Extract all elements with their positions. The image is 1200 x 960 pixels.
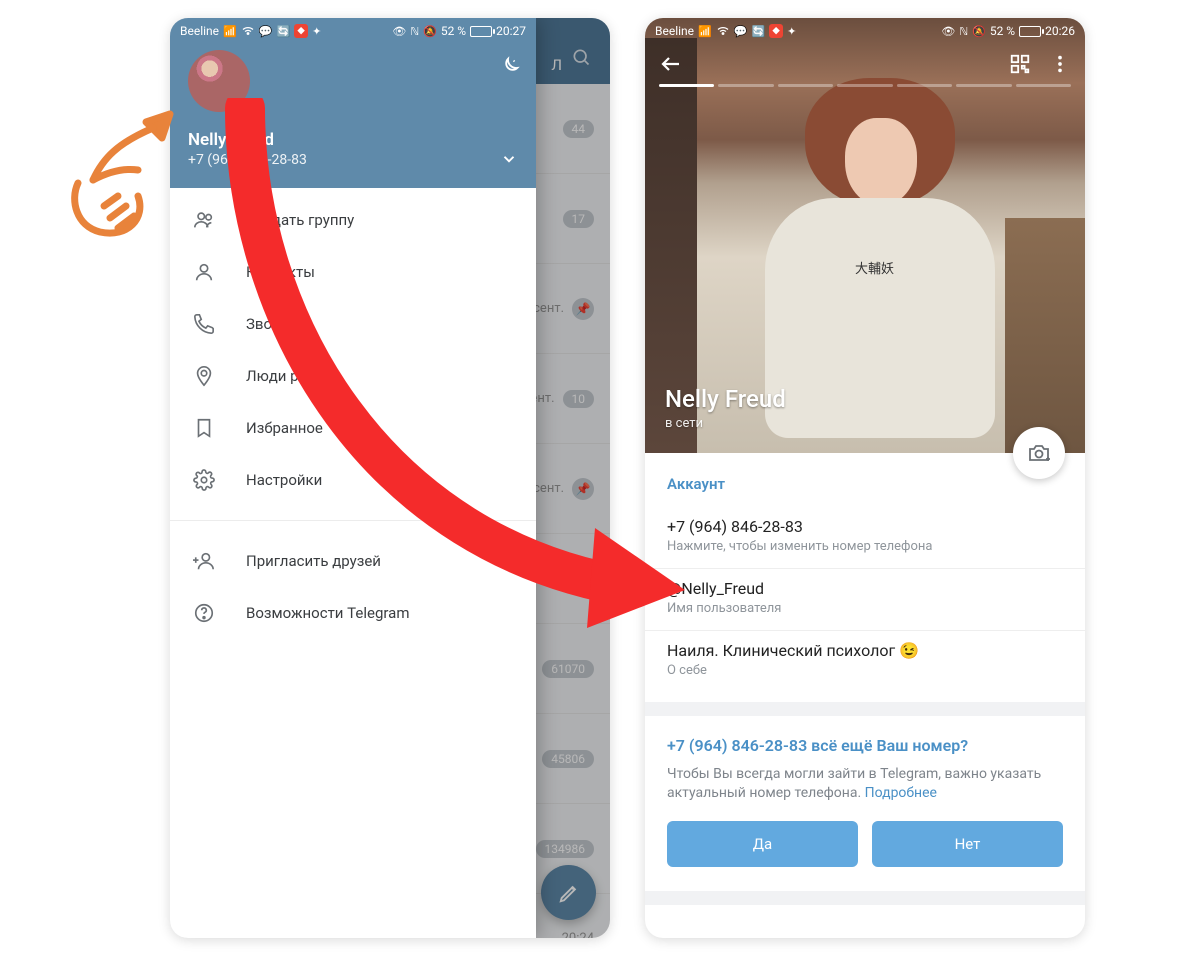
sparkle-icon: ✦	[312, 25, 321, 38]
status-bar: Beeline 📶 💬 🔄 ◆ ✦ 👁 ℕ 🔕 52 % 20:27	[170, 18, 536, 44]
battery-icon	[470, 26, 492, 37]
bio-row[interactable]: Наиля. Клинический психолог 😉 О себе	[667, 631, 1063, 692]
bio-hint: О себе	[667, 663, 1063, 678]
drawer-item-invite[interactable]: Пригласить друзей	[170, 535, 536, 587]
nfc-icon: ℕ	[410, 25, 419, 38]
group-icon	[192, 209, 216, 231]
drawer-item-gear[interactable]: Настройки	[170, 454, 536, 506]
confirm-body: Чтобы Вы всегда могли зайти в Telegram, …	[667, 765, 1063, 803]
wifi-icon	[241, 25, 255, 37]
nearby-icon	[192, 365, 216, 387]
more-icon[interactable]	[1049, 53, 1071, 79]
back-icon[interactable]	[659, 52, 683, 80]
drawer-item-group[interactable]: Создать группу	[170, 194, 536, 246]
person-icon	[192, 261, 216, 283]
sync-icon: 🔄	[276, 25, 290, 38]
drawer-user-phone: +7 (964) 846-28-83	[188, 152, 518, 168]
carrier-label: Beeline	[655, 24, 694, 38]
chat-indicator-icon: 💬	[734, 25, 748, 38]
account-section: Аккаунт +7 (964) 846-28-83 Нажмите, чтоб…	[645, 453, 1085, 702]
navigation-drawer: Beeline 📶 💬 🔄 ◆ ✦ 👁 ℕ 🔕 52 % 20:27	[170, 18, 536, 938]
help-icon	[192, 602, 216, 624]
section-gap	[645, 891, 1085, 905]
invite-icon	[192, 550, 216, 572]
notification-badge-icon: ◆	[294, 24, 308, 38]
change-photo-button[interactable]	[1013, 427, 1065, 479]
profile-photo-area[interactable]: Beeline 📶 💬 🔄 ◆ ✦ 👁 ℕ 🔕 52 % 20:26	[645, 18, 1085, 453]
confirm-yes-button[interactable]: Да	[667, 821, 858, 867]
avatar[interactable]	[188, 50, 250, 112]
right-screenshot: Beeline 📶 💬 🔄 ◆ ✦ 👁 ℕ 🔕 52 % 20:26	[645, 18, 1085, 938]
signal-icon: 📶	[223, 25, 237, 38]
profile-status: в сети	[665, 416, 786, 431]
drawer-item-label: Создать группу	[246, 211, 354, 229]
sparkle-icon: ✦	[787, 25, 796, 38]
confirm-no-button[interactable]: Нет	[872, 821, 1063, 867]
username-hint: Имя пользователя	[667, 601, 1063, 616]
drawer-item-label: Настройки	[246, 471, 322, 489]
signal-icon: 📶	[698, 25, 712, 38]
phone-row[interactable]: +7 (964) 846-28-83 Нажмите, чтобы измени…	[667, 507, 1063, 568]
photo-pager-indicator	[659, 84, 1071, 87]
drawer-item-person[interactable]: Контакты	[170, 246, 536, 298]
username-row[interactable]: @Nelly_Freud Имя пользователя	[667, 569, 1063, 630]
drawer-separator	[170, 520, 536, 521]
mute-icon: 🔕	[972, 25, 986, 38]
status-bar: Beeline 📶 💬 🔄 ◆ ✦ 👁 ℕ 🔕 52 % 20:26	[645, 18, 1085, 44]
drawer-item-bookmark[interactable]: Избранное	[170, 402, 536, 454]
drawer-item-phone[interactable]: Звонки	[170, 298, 536, 350]
profile-top-bar	[645, 46, 1085, 86]
learn-more-link[interactable]: Подробнее	[865, 785, 937, 801]
drawer-item-label: Возможности Telegram	[246, 604, 410, 622]
confirm-number-card: +7 (964) 846-28-83 всё ещё Ваш номер? Чт…	[645, 716, 1085, 891]
drawer-item-nearby[interactable]: Люди рядом	[170, 350, 536, 402]
username-value: @Nelly_Freud	[667, 579, 1063, 598]
nfc-icon: ℕ	[959, 25, 968, 38]
battery-percentage: 52 %	[990, 24, 1015, 38]
drawer-item-label: Контакты	[246, 263, 315, 281]
qr-icon[interactable]	[1009, 53, 1031, 79]
drawer-item-label: Избранное	[246, 419, 323, 437]
phone-hint: Нажмите, чтобы изменить номер телефона	[667, 539, 1063, 554]
clock-time: 20:26	[1045, 24, 1075, 38]
chat-indicator-icon: 💬	[259, 25, 273, 38]
phone-icon	[192, 313, 216, 335]
hand-pointer-annotation	[58, 108, 188, 243]
chevron-down-icon[interactable]	[500, 150, 518, 172]
notification-badge-icon: ◆	[769, 24, 783, 38]
eye-icon: 👁	[392, 25, 406, 38]
drawer-item-label: Пригласить друзей	[246, 552, 381, 570]
drawer-item-label: Люди рядом	[246, 367, 336, 385]
bio-value: Наиля. Клинический психолог 😉	[667, 641, 1063, 660]
left-screenshot: Л 441709 сент.📌11 сент.1005 сент.📌7920:2…	[170, 18, 610, 938]
carrier-label: Beeline	[180, 24, 219, 38]
drawer-item-label: Звонки	[246, 315, 297, 333]
night-mode-icon[interactable]	[498, 56, 520, 83]
confirm-title: +7 (964) 846-28-83 всё ещё Ваш номер?	[667, 736, 1063, 755]
eye-icon: 👁	[941, 25, 955, 38]
gear-icon	[192, 469, 216, 491]
battery-percentage: 52 %	[441, 24, 466, 38]
mute-icon: 🔕	[423, 25, 437, 38]
sync-icon: 🔄	[751, 25, 765, 38]
bookmark-icon	[192, 417, 216, 439]
phone-value: +7 (964) 846-28-83	[667, 517, 1063, 536]
modal-dim-overlay[interactable]	[536, 18, 610, 938]
section-gap	[645, 702, 1085, 716]
profile-name-overlay: Nelly Freud в сети	[665, 385, 786, 431]
profile-name: Nelly Freud	[665, 385, 786, 413]
wifi-icon	[716, 25, 730, 37]
drawer-item-help[interactable]: Возможности Telegram	[170, 587, 536, 639]
battery-icon	[1019, 26, 1041, 37]
drawer-user-name: Nelly Freud	[188, 130, 518, 150]
account-section-title: Аккаунт	[667, 475, 1063, 493]
clock-time: 20:27	[496, 24, 526, 38]
